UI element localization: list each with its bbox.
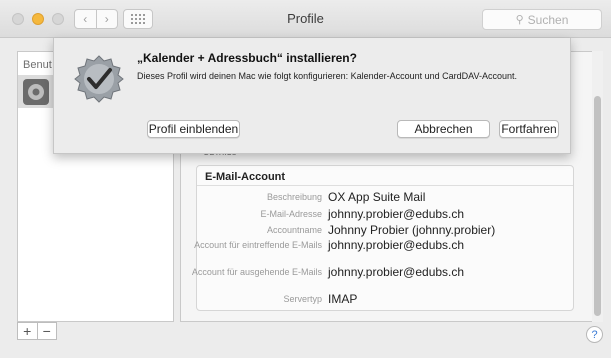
card-divider	[197, 185, 573, 186]
detail-label: Servertyp	[283, 294, 322, 304]
detail-value: IMAP	[328, 292, 358, 306]
window-toolbar: ‹ › Profile ⚲ Suchen	[0, 0, 611, 38]
detail-label: Beschreibung	[266, 192, 322, 202]
verified-badge-icon	[74, 55, 124, 103]
cancel-button[interactable]: Abbrechen	[397, 120, 490, 138]
detail-value: johnny.probier@edubs.ch	[328, 265, 465, 279]
detail-value: OX App Suite Mail	[328, 190, 426, 204]
scrollbar-thumb[interactable]	[594, 96, 601, 316]
help-button[interactable]: ?	[586, 326, 603, 343]
detail-value: johnny.probier@edubs.ch	[328, 238, 465, 252]
gear-icon	[23, 79, 49, 105]
show-profile-button[interactable]: Profil einblenden	[147, 120, 240, 138]
search-field[interactable]: ⚲ Suchen	[482, 9, 602, 30]
detail-value: Johnny Probier (johnny.probier)	[328, 223, 496, 237]
add-remove-group: + −	[17, 322, 57, 340]
dialog-message: Dieses Profil wird deinen Mac wie folgt …	[137, 71, 518, 81]
continue-button[interactable]: Fortfahren	[499, 120, 559, 138]
detail-label: Accountname	[266, 225, 322, 235]
search-placeholder: Suchen	[527, 12, 569, 27]
detail-label: E-Mail-Adresse	[260, 209, 322, 219]
detail-value: johnny.probier@edubs.ch	[328, 207, 465, 221]
detail-label: Account für ausgehende E-Mails	[191, 267, 322, 277]
details-scrollbar[interactable]	[592, 51, 603, 322]
install-profile-dialog: „Kalender + Adressbuch“ installieren? Di…	[53, 38, 571, 154]
add-profile-button[interactable]: +	[18, 323, 37, 339]
dialog-title: „Kalender + Adressbuch“ installieren?	[137, 51, 357, 65]
sidebar-header: Benut	[23, 59, 52, 71]
remove-profile-button[interactable]: −	[36, 323, 57, 339]
detail-label: Account für eintreffende E-Mails	[194, 240, 322, 250]
search-icon: ⚲	[515, 14, 524, 26]
email-account-card: E-Mail-Account Beschreibung OX App Suite…	[192, 165, 574, 311]
card-title: E-Mail-Account	[205, 171, 286, 183]
